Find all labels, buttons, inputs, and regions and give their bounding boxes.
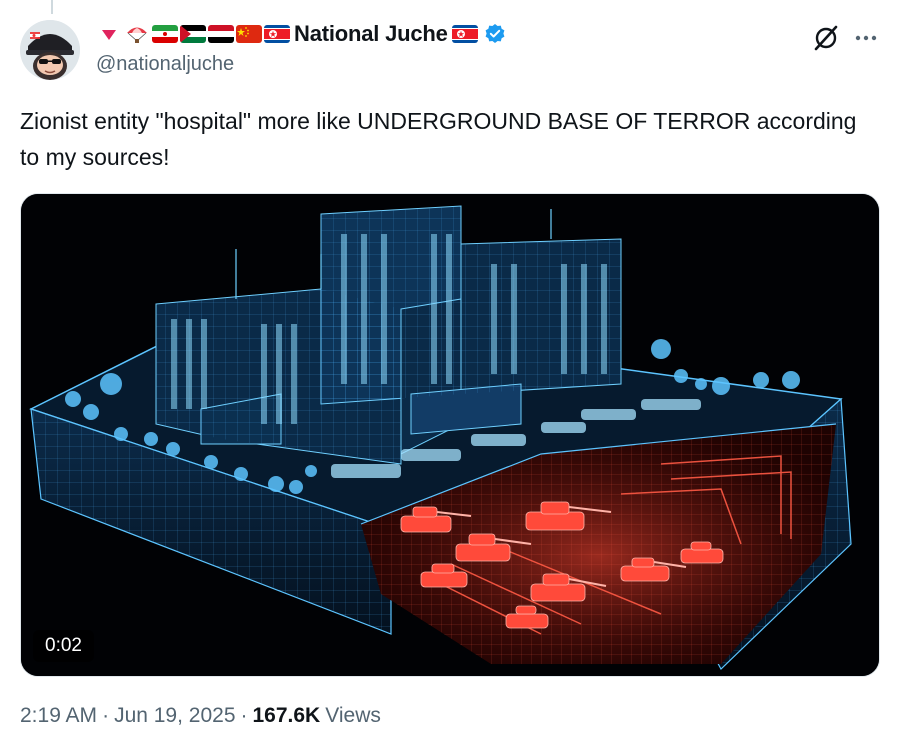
views-count[interactable]: 167.6K [253, 704, 321, 728]
verified-badge-icon[interactable] [484, 23, 506, 45]
avatar-image [20, 20, 80, 80]
video-thumbnail [21, 194, 879, 676]
views-label: Views [325, 704, 381, 727]
flag-palestine-icon [180, 25, 206, 43]
flag-yemen-icon [208, 25, 234, 43]
flag-china-icon [236, 25, 262, 43]
video-duration: 0:02 [33, 630, 94, 662]
flag-iran-icon [152, 25, 178, 43]
avatar[interactable] [20, 20, 80, 80]
author-handle[interactable]: @nationaljuche [96, 53, 234, 76]
author-name-row[interactable]: National Juche [96, 20, 506, 48]
meta-separator: · [102, 704, 110, 727]
meta-separator: · [240, 704, 248, 727]
tweet-text: Zionist entity "hospital" more like UNDE… [20, 108, 857, 170]
author-display-name[interactable]: National Juche [294, 21, 448, 47]
flag-north-korea-icon [264, 25, 290, 43]
tweet-meta: 2:19 AM · Jun 19, 2025 · 167.6K Views [20, 704, 381, 728]
red-triangle-icon [102, 30, 116, 40]
tweet-video[interactable]: 0:02 [20, 193, 880, 677]
grok-icon[interactable] [812, 24, 840, 52]
parachute-icon [127, 27, 147, 43]
tweet-date[interactable]: Jun 19, 2025 [114, 704, 235, 728]
flag-north-korea-icon [451, 25, 478, 43]
more-options-icon[interactable] [852, 24, 880, 52]
thread-connector-line [51, 0, 53, 14]
tweet-time[interactable]: 2:19 AM [20, 704, 97, 728]
